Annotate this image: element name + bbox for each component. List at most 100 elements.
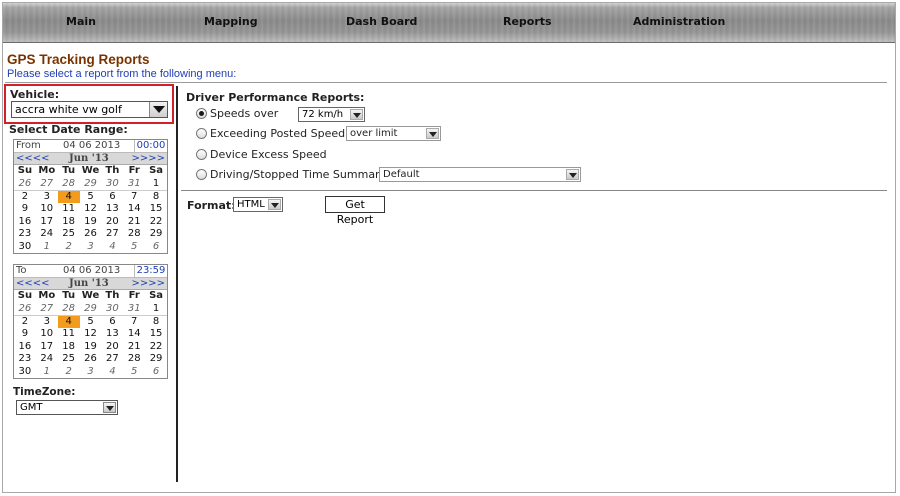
chevron-down-icon[interactable] — [566, 169, 579, 180]
calendar-day[interactable]: 28 — [57, 177, 80, 191]
calendar-day[interactable]: 24 — [36, 353, 58, 366]
calendar-day[interactable]: 23 — [14, 353, 36, 366]
exceeding-posted-radio[interactable] — [196, 128, 207, 139]
calendar-day[interactable]: 21 — [123, 215, 145, 228]
calendar-day[interactable]: 13 — [101, 328, 123, 341]
calendar-day[interactable]: 22 — [145, 215, 167, 228]
calendar-day[interactable]: 30 — [14, 241, 36, 254]
calendar-day[interactable]: 20 — [101, 340, 123, 353]
calendar-day[interactable]: 26 — [80, 353, 102, 366]
calendar-day[interactable]: 6 — [145, 366, 167, 379]
nav-main[interactable]: Main — [66, 15, 96, 28]
calendar-day[interactable]: 15 — [145, 203, 167, 216]
calendar-day[interactable]: 23 — [14, 228, 36, 241]
calendar-day[interactable]: 12 — [80, 203, 102, 216]
calendar-day[interactable]: 5 — [123, 241, 145, 254]
calendar-day[interactable]: 17 — [36, 340, 58, 353]
calendar-day[interactable]: 7 — [123, 190, 145, 203]
calendar-day[interactable]: 4 — [57, 190, 80, 203]
calendar-day[interactable]: 26 — [14, 302, 36, 316]
calendar-day[interactable]: 3 — [80, 366, 102, 379]
calendar-day[interactable]: 9 — [14, 328, 36, 341]
vehicle-select[interactable]: accra white vw golf — [11, 101, 168, 118]
timezone-select[interactable]: GMT — [16, 400, 118, 415]
prev-month-link[interactable]: <<<< — [16, 153, 50, 165]
calendar-day[interactable]: 8 — [145, 190, 167, 203]
next-month-link[interactable]: >>>> — [131, 278, 165, 290]
format-select[interactable]: HTML — [233, 197, 283, 212]
calendar-day[interactable]: 5 — [123, 366, 145, 379]
calendar-day[interactable]: 13 — [101, 203, 123, 216]
calendar-day[interactable]: 3 — [80, 241, 102, 254]
calendar-day[interactable]: 12 — [80, 328, 102, 341]
calendar-day[interactable]: 25 — [58, 228, 80, 241]
calendar-day[interactable]: 4 — [101, 241, 123, 254]
chevron-down-icon[interactable] — [350, 109, 363, 120]
calendar-day[interactable]: 1 — [36, 366, 58, 379]
calendar-day[interactable]: 10 — [36, 328, 58, 341]
calendar-day[interactable]: 31 — [123, 302, 146, 316]
calendar-day[interactable]: 11 — [58, 203, 80, 216]
calendar-day[interactable]: 29 — [145, 353, 167, 366]
calendar-day[interactable]: 27 — [35, 177, 58, 191]
calendar-day[interactable]: 18 — [58, 340, 80, 353]
get-report-button[interactable]: Get Report — [325, 196, 385, 226]
calendar-day[interactable]: 11 — [58, 328, 80, 341]
calendar-day[interactable]: 8 — [145, 315, 167, 328]
calendar-day[interactable]: 2 — [58, 366, 80, 379]
calendar-day[interactable]: 28 — [123, 228, 145, 241]
calendar-day[interactable]: 5 — [80, 190, 102, 203]
calendar-day[interactable]: 6 — [101, 190, 123, 203]
posted-limit-select[interactable]: over limit — [346, 126, 441, 141]
calendar-day[interactable]: 14 — [123, 328, 145, 341]
calendar-day[interactable]: 14 — [123, 203, 145, 216]
calendar-day[interactable]: 27 — [101, 228, 123, 241]
calendar-day[interactable]: 16 — [14, 215, 36, 228]
calendar-day[interactable]: 2 — [14, 315, 36, 328]
calendar-day[interactable]: 19 — [80, 215, 102, 228]
calendar-day[interactable]: 4 — [57, 315, 80, 328]
calendar-day[interactable]: 4 — [101, 366, 123, 379]
calendar-day[interactable]: 31 — [123, 177, 146, 191]
next-month-link[interactable]: >>>> — [131, 153, 165, 165]
calendar-day[interactable]: 25 — [58, 353, 80, 366]
calendar-day[interactable]: 7 — [123, 315, 145, 328]
calendar-day[interactable]: 21 — [123, 340, 145, 353]
chevron-down-icon[interactable] — [426, 128, 439, 139]
calendar-day[interactable]: 29 — [145, 228, 167, 241]
calendar-day[interactable]: 30 — [14, 366, 36, 379]
calendar-from-time[interactable]: 00:00 — [134, 140, 167, 152]
calendar-day[interactable]: 27 — [35, 302, 58, 316]
calendar-day[interactable]: 28 — [123, 353, 145, 366]
chevron-down-icon[interactable] — [268, 199, 281, 210]
calendar-day[interactable]: 20 — [101, 215, 123, 228]
calendar-day[interactable]: 2 — [58, 241, 80, 254]
calendar-day[interactable]: 22 — [145, 340, 167, 353]
calendar-day[interactable]: 18 — [58, 215, 80, 228]
calendar-day[interactable]: 17 — [36, 215, 58, 228]
calendar-day[interactable]: 29 — [79, 302, 102, 316]
calendar-day[interactable]: 10 — [36, 203, 58, 216]
calendar-day[interactable]: 1 — [145, 302, 167, 316]
nav-administration[interactable]: Administration — [633, 15, 725, 28]
summary-mode-select[interactable]: Default — [379, 167, 581, 182]
calendar-day[interactable]: 28 — [57, 302, 80, 316]
calendar-day[interactable]: 19 — [80, 340, 102, 353]
speed-threshold-select[interactable]: 72 km/h — [298, 107, 365, 122]
calendar-day[interactable]: 2 — [14, 190, 36, 203]
calendar-day[interactable]: 1 — [145, 177, 167, 191]
calendar-day[interactable]: 9 — [14, 203, 36, 216]
calendar-day[interactable]: 24 — [36, 228, 58, 241]
calendar-day[interactable]: 6 — [145, 241, 167, 254]
calendar-day[interactable]: 1 — [36, 241, 58, 254]
calendar-day[interactable]: 5 — [80, 315, 102, 328]
driving-stopped-radio[interactable] — [196, 169, 207, 180]
calendar-to-time[interactable]: 23:59 — [134, 265, 167, 277]
calendar-day[interactable]: 30 — [101, 177, 124, 191]
chevron-down-icon[interactable] — [103, 402, 116, 413]
speeds-over-radio[interactable] — [196, 108, 207, 119]
calendar-day[interactable]: 15 — [145, 328, 167, 341]
calendar-day[interactable]: 6 — [101, 315, 123, 328]
calendar-day[interactable]: 26 — [14, 177, 36, 191]
chevron-down-icon[interactable] — [149, 102, 167, 117]
